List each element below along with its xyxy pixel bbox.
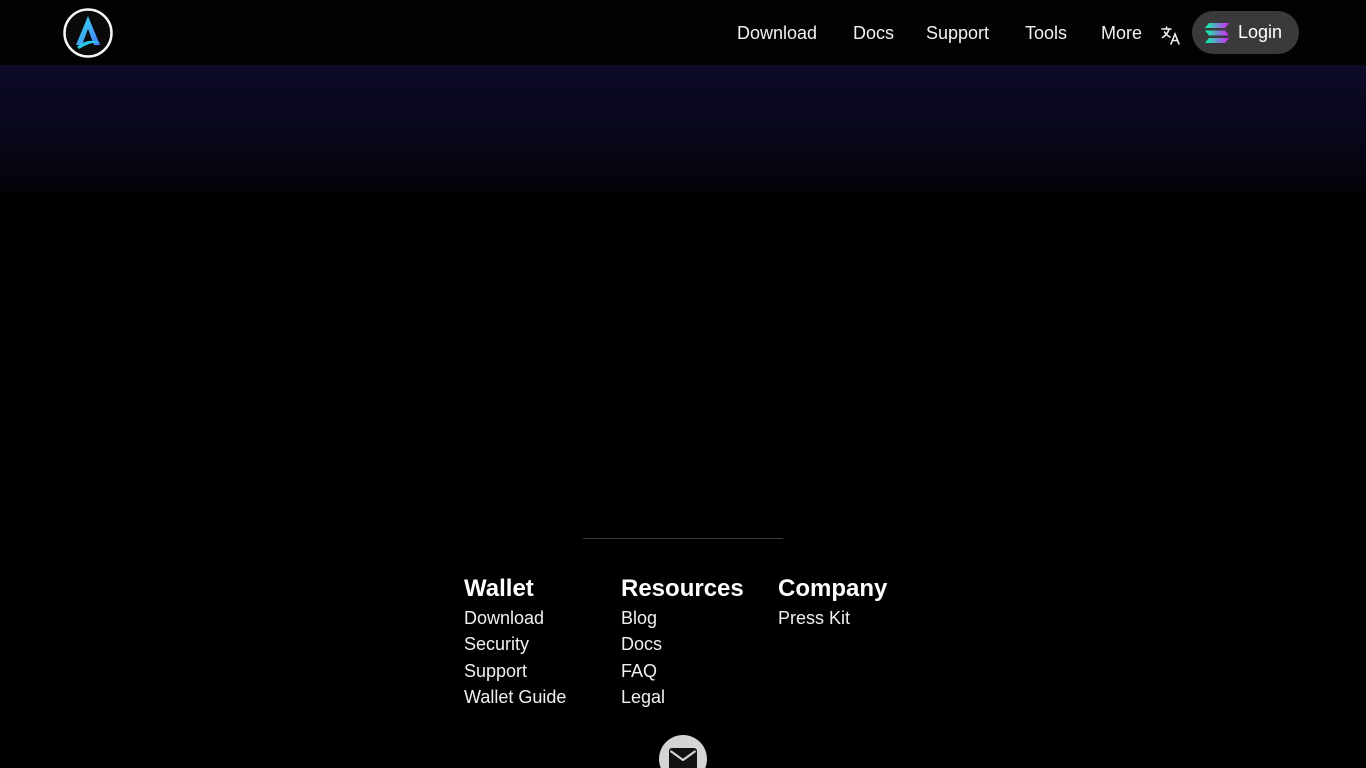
- footer-link-docs[interactable]: Docs: [621, 631, 744, 657]
- translate-icon[interactable]: [1160, 24, 1182, 46]
- solana-icon: [1205, 23, 1229, 43]
- footer-link-legal[interactable]: Legal: [621, 684, 744, 710]
- footer-heading-wallet: Wallet: [464, 575, 534, 602]
- nav-more-link[interactable]: More: [1101, 21, 1142, 45]
- login-label: Login: [1238, 22, 1283, 42]
- page: Download Docs Support Tools More Login W…: [0, 0, 1366, 768]
- footer-column-resources: Resources Blog Docs FAQ Legal: [621, 575, 744, 710]
- footer-heading-resources: Resources: [621, 575, 744, 602]
- footer-column-wallet: Wallet Download Security Support Wallet …: [464, 575, 566, 710]
- nav-tools-link[interactable]: Tools: [1025, 21, 1067, 45]
- top-nav-bar: Download Docs Support Tools More Login: [0, 0, 1366, 65]
- footer-link-press-kit[interactable]: Press Kit: [778, 605, 887, 631]
- footer-heading-company: Company: [778, 575, 888, 602]
- footer-link-support[interactable]: Support: [464, 658, 566, 684]
- hero-background: [0, 65, 1366, 193]
- footer-column-company: Company Press Kit: [778, 575, 887, 631]
- mail-icon: [669, 748, 697, 768]
- nav-docs-link[interactable]: Docs: [853, 21, 894, 45]
- footer-link-wallet-guide[interactable]: Wallet Guide: [464, 684, 566, 710]
- footer-link-security[interactable]: Security: [464, 631, 566, 657]
- app-logo-icon[interactable]: [63, 8, 113, 58]
- footer-link-blog[interactable]: Blog: [621, 605, 744, 631]
- nav-download-link[interactable]: Download: [737, 21, 817, 45]
- nav-support-link[interactable]: Support: [926, 21, 989, 45]
- footer-link-faq[interactable]: FAQ: [621, 658, 744, 684]
- contact-email-button[interactable]: [659, 735, 707, 768]
- footer-link-download[interactable]: Download: [464, 605, 566, 631]
- footer-divider: [583, 538, 783, 539]
- login-button[interactable]: Login: [1192, 11, 1299, 54]
